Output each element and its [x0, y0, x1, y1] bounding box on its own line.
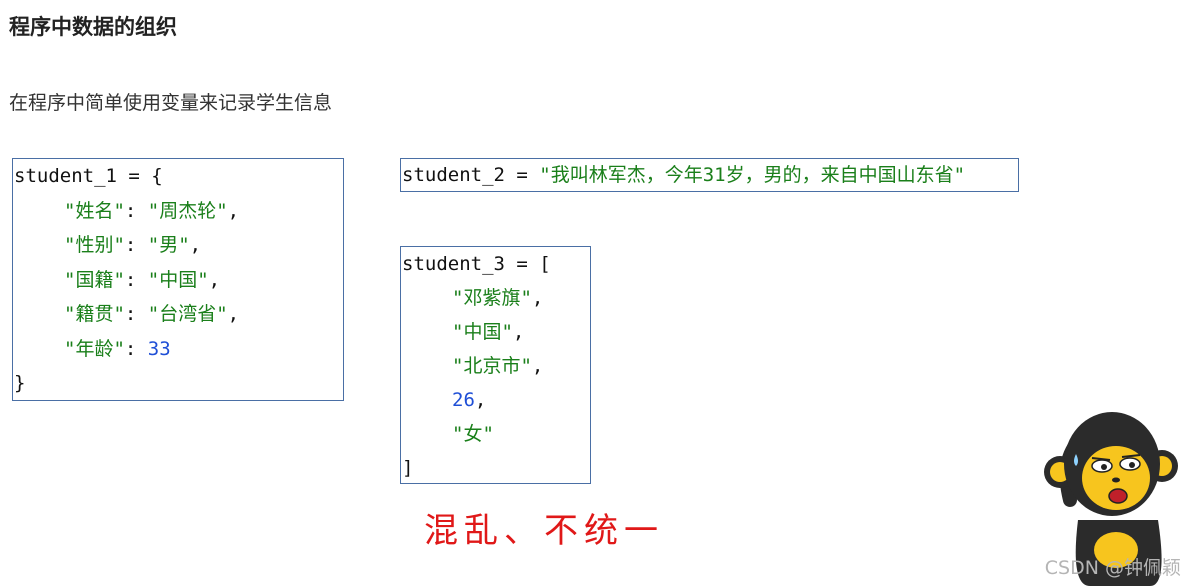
student-1-entry: "籍贯": "台湾省", [13, 297, 343, 332]
entry-key: "性别" [64, 234, 125, 256]
csdn-watermark: CSDN @钟佩颖 [1044, 557, 1181, 579]
entry-tail: , [227, 303, 240, 325]
entry-key: "籍贯" [64, 303, 125, 325]
entry-sep: : [124, 268, 148, 291]
entry-value: 33 [147, 337, 171, 360]
page-subtitle: 在程序中简单使用变量来记录学生信息 [9, 92, 333, 114]
entry-sep: : [124, 199, 148, 222]
student-3-close-line: ] [402, 457, 414, 479]
student-3-item: 26, [401, 383, 590, 417]
entry-value: "周杰轮" [147, 199, 228, 222]
entry-key: "姓名" [64, 199, 125, 222]
item-tail: , [512, 321, 525, 343]
entry-sep: : [124, 303, 148, 325]
item-value: "女" [452, 423, 494, 445]
student-1-entry: "国籍": "中国", [13, 263, 343, 298]
item-value: "邓紫旗" [452, 287, 532, 309]
entry-value: "台湾省" [147, 303, 228, 325]
item-tail: , [531, 287, 544, 309]
student-3-item: "邓紫旗", [401, 281, 590, 315]
item-value: "中国" [452, 321, 513, 343]
student-1-close-line: } [14, 372, 26, 394]
student-3-item: "女" [401, 417, 590, 451]
student-1-code-block: student_1 = { "姓名": "周杰轮", "性别": "男", "国… [12, 158, 344, 401]
item-value: "北京市" [452, 355, 532, 377]
student-1-entry: "性别": "男", [13, 228, 343, 263]
entry-sep: : [124, 337, 148, 360]
entry-key: "年龄" [64, 337, 125, 360]
student-3-code-block: student_3 = [ "邓紫旗", "中国", "北京市", 26, "女… [400, 246, 591, 484]
student-2-value: "我叫林军杰，今年31岁，男的，来自中国山东省" [539, 164, 966, 186]
student-2-code-block: student_2 = "我叫林军杰，今年31岁，男的，来自中国山东省" [400, 158, 1019, 192]
entry-sep: : [124, 234, 148, 256]
student-1-entry: "年龄": 33 [13, 332, 343, 367]
student-1-open-line: student_1 = { [14, 165, 163, 187]
item-tail: , [474, 389, 487, 411]
student-1-entry: "姓名": "周杰轮", [13, 194, 343, 229]
item-value: 26 [452, 389, 475, 411]
entry-value: "男" [147, 234, 190, 256]
annotation-text: 混乱、不统一 [424, 511, 664, 551]
student-2-line: student_2 = "我叫林军杰，今年31岁，男的，来自中国山东省" [401, 159, 1018, 191]
entry-value: "中国" [147, 268, 209, 291]
entry-key: "国籍" [64, 268, 125, 291]
entry-tail: , [208, 268, 221, 291]
student-3-item: "中国", [401, 315, 590, 349]
item-tail: , [531, 355, 544, 377]
entry-tail: , [189, 234, 202, 256]
student-3-open-line: student_3 = [ [402, 253, 551, 275]
entry-tail: , [227, 199, 240, 222]
student-3-item: "北京市", [401, 349, 590, 383]
page-title: 程序中数据的组织 [9, 14, 177, 39]
student-2-prefix: student_2 = [402, 164, 540, 186]
